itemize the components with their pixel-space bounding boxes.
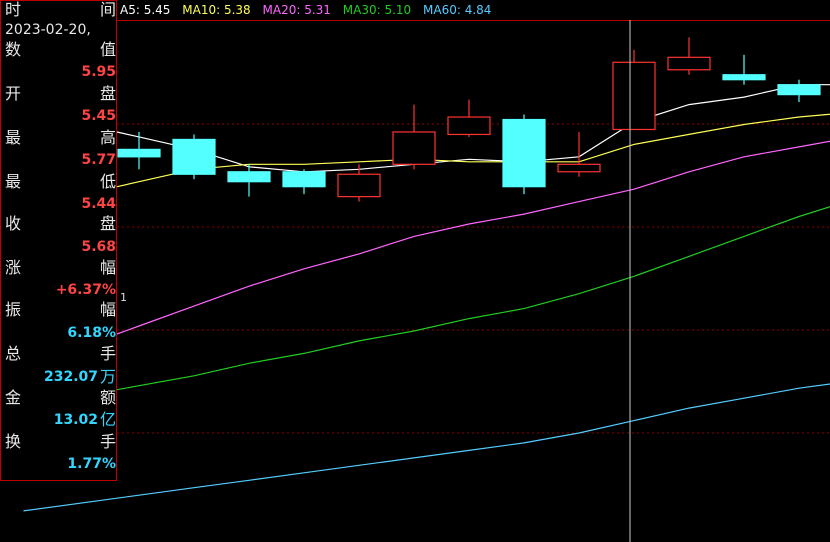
change-percent: +6.37% [55, 282, 116, 298]
label-change-b: 幅 [99, 258, 116, 277]
label-change-a: 涨 [5, 258, 22, 277]
amount-value: 13.02 [53, 412, 98, 428]
label-value-b: 值 [99, 40, 116, 59]
candle-body [172, 138, 216, 175]
candle[interactable] [172, 134, 216, 180]
label-low-b: 低 [99, 172, 116, 191]
chart-marker: 1 [120, 291, 127, 304]
label-time-b: 间 [99, 0, 116, 19]
candle-body [667, 56, 711, 71]
label-vol-a: 总 [5, 344, 22, 363]
candle-body [227, 171, 271, 183]
candle[interactable] [612, 49, 656, 131]
candle[interactable] [117, 131, 161, 170]
candle-body [447, 116, 491, 136]
candle-body [502, 118, 546, 188]
label-close-b: 盘 [99, 214, 116, 233]
ma60-line [23, 383, 830, 512]
candle[interactable] [722, 54, 766, 85]
label-high-a: 最 [5, 128, 22, 147]
label-vol-b: 手 [99, 344, 116, 363]
change-price: 5.68 [81, 239, 116, 255]
volume-value: 232.07 [43, 369, 98, 385]
candle-body [612, 61, 656, 131]
label-amp-a: 振 [5, 300, 22, 319]
ma5-legend: A5: 5.45 [120, 3, 171, 17]
ma10-legend: MA10: 5.38 [182, 3, 251, 17]
candle[interactable] [282, 169, 326, 195]
label-amt-a: 金 [5, 388, 22, 407]
label-value-a: 数 [5, 40, 22, 59]
high-price: 5.45 [81, 108, 116, 124]
candle[interactable] [502, 114, 546, 195]
label-amp-b: 幅 [99, 300, 116, 319]
candle-body [337, 173, 381, 198]
volume-unit: 万 [99, 367, 116, 386]
candle[interactable] [447, 99, 491, 137]
label-low-a: 最 [5, 172, 22, 191]
ma60-legend: MA60: 4.84 [423, 3, 492, 17]
amplitude-percent: 6.18% [67, 325, 116, 341]
candle-body [282, 171, 326, 188]
candle[interactable] [557, 131, 601, 177]
candle-body [392, 131, 436, 165]
label-close-a: 收 [5, 214, 22, 233]
candlesticks [117, 37, 821, 202]
label-open-b: 盘 [99, 84, 116, 103]
ma30-line [116, 206, 830, 391]
candle-body [557, 163, 601, 173]
candle[interactable] [777, 79, 821, 103]
label-time-a: 时 [5, 0, 22, 19]
info-panel: 时 间 2023-02-20, 数 值 5.95 开 盘 5.45 最 高 5.… [0, 0, 117, 481]
candle[interactable] [667, 37, 711, 75]
label-high-b: 高 [99, 128, 116, 147]
ma30-legend: MA30: 5.10 [342, 3, 412, 17]
ma-legend: A5: 5.45 MA10: 5.38 MA20: 5.31 MA30: 5.1… [120, 2, 499, 18]
label-turn-b: 手 [99, 432, 116, 451]
turnover-percent: 1.77% [67, 456, 116, 472]
low-price: 5.77 [81, 152, 116, 168]
ma20-legend: MA20: 5.31 [262, 3, 331, 17]
candle-body [777, 84, 821, 96]
close-price: 5.44 [81, 196, 116, 212]
candle-body [117, 148, 161, 158]
grid-lines [117, 20, 830, 434]
amount-unit: 亿 [99, 410, 116, 429]
label-amt-b: 额 [99, 388, 116, 407]
label-open-a: 开 [5, 84, 22, 103]
open-price: 5.95 [81, 64, 116, 80]
kline-chart[interactable] [0, 0, 830, 542]
date-value: 2023-02-20, [5, 22, 91, 38]
label-turn-a: 换 [5, 432, 22, 451]
candle[interactable] [392, 104, 436, 170]
candle[interactable] [227, 164, 271, 197]
candle-body [722, 74, 766, 81]
